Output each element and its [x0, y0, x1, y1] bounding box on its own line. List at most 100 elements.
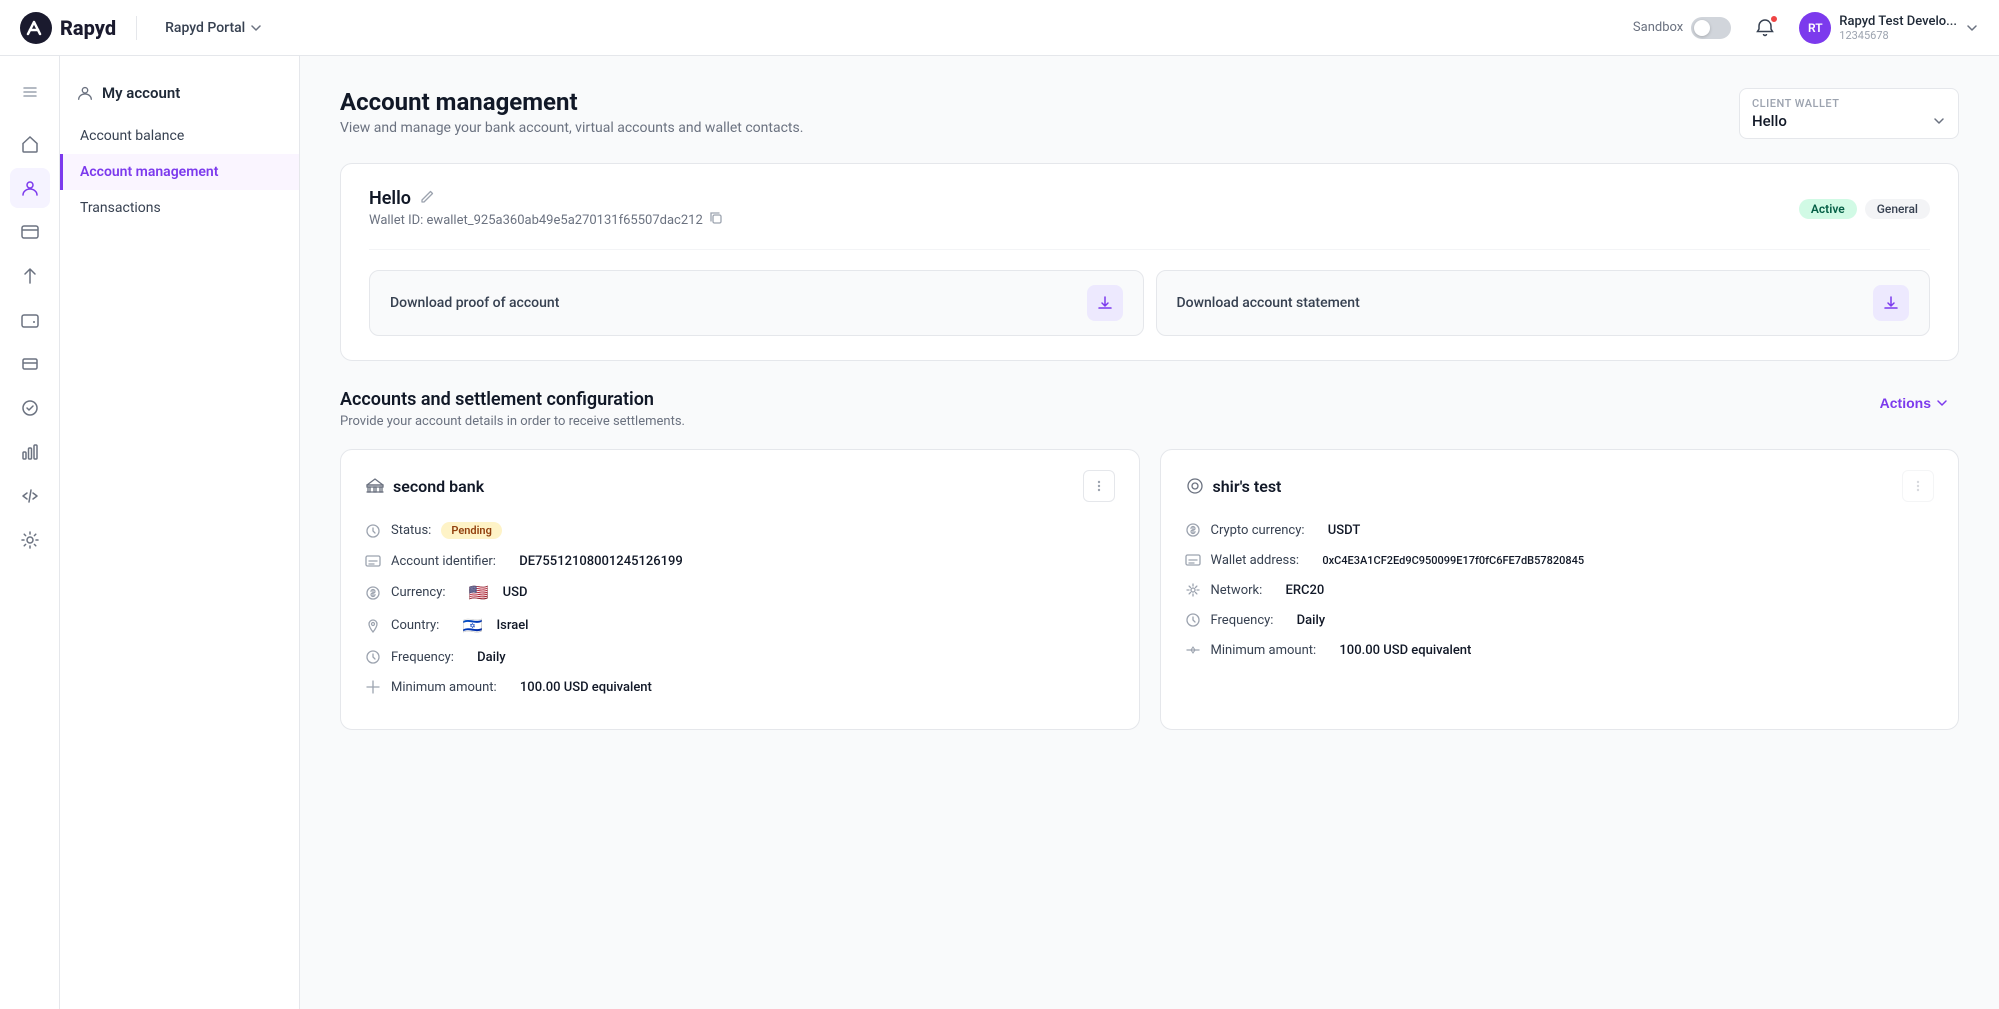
download-proof-label: Download proof of account	[390, 295, 559, 311]
crypto-min-amount-row: Minimum amount: 100.00 USD equivalent	[1185, 642, 1935, 658]
expand-sidebar-button[interactable]	[10, 72, 50, 112]
sidebar-icon-payments[interactable]	[10, 212, 50, 252]
accounts-section-info: Accounts and settlement configuration Pr…	[340, 389, 685, 429]
sidebar-icon-home[interactable]	[10, 124, 50, 164]
crypto-account-card: shir's test Crypto	[1160, 449, 1960, 730]
sandbox-toggle-track[interactable]	[1691, 17, 1731, 39]
topbar-divider	[136, 16, 137, 40]
pencil-icon	[419, 189, 435, 205]
sidebar-section-label: My account	[102, 84, 180, 102]
edit-icon[interactable]	[419, 189, 435, 209]
wallet-actions: Download proof of account Download accou…	[369, 270, 1930, 336]
sidebar-icon-reports[interactable]	[10, 432, 50, 472]
sidebar-icons	[0, 56, 60, 1009]
upload-icon	[1096, 294, 1114, 312]
crypto-card-more-button[interactable]	[1902, 470, 1934, 502]
crypto-min-icon	[1185, 642, 1201, 658]
frequency-label: Frequency:	[391, 650, 454, 665]
bar-chart-icon	[20, 442, 40, 462]
sidebar-icon-wallet[interactable]	[10, 300, 50, 340]
sidebar-icon-verify[interactable]	[10, 388, 50, 428]
user-info[interactable]: RT Rapyd Test Develo... 12345678	[1799, 12, 1979, 44]
crypto-min-amount-value: 100.00 USD equivalent	[1339, 643, 1471, 658]
topbar: Rapyd Rapyd Portal Sandbox RT Rapyd Test…	[0, 0, 1999, 56]
wallet-icon	[20, 310, 40, 330]
home-icon	[20, 134, 40, 154]
download-statement-button[interactable]: Download account statement	[1156, 270, 1931, 336]
avatar: RT	[1799, 12, 1831, 44]
portal-selector[interactable]: Rapyd Portal	[157, 16, 271, 40]
topbar-right: Sandbox RT Rapyd Test Develo... 12345678	[1633, 10, 1979, 46]
page-subtitle: View and manage your bank account, virtu…	[340, 120, 803, 136]
wallet-card: Hello Wallet ID: ewallet_925a360ab49e5a2…	[340, 163, 1959, 361]
bank-frequency-row: Frequency: Daily	[365, 649, 1115, 665]
status-icon	[365, 523, 381, 539]
sidebar-icon-settings[interactable]	[10, 520, 50, 560]
bank-card-more-button[interactable]	[1083, 470, 1115, 502]
crypto-currency-label: Crypto currency:	[1211, 523, 1305, 538]
status-label: Status:	[391, 523, 431, 538]
bank-card-title: second bank	[365, 476, 484, 496]
sandbox-label: Sandbox	[1633, 20, 1683, 35]
id-card-icon	[365, 553, 381, 569]
sidebar-item-account-balance[interactable]: Account balance	[60, 118, 299, 154]
copy-icon[interactable]	[709, 211, 723, 229]
more-dots-icon	[1091, 478, 1107, 494]
account-icon	[20, 178, 40, 198]
wallet-header: Hello Wallet ID: ewallet_925a360ab49e5a2…	[369, 188, 1930, 229]
client-wallet-selector[interactable]: Client wallet Hello	[1739, 88, 1959, 139]
download-proof-button[interactable]: Download proof of account	[369, 270, 1144, 336]
wallet-name: Hello	[369, 188, 411, 209]
check-circle-icon	[20, 398, 40, 418]
wallet-address-row: Wallet address: 0xC4E3A1CF2Ed9C950099E17…	[1185, 552, 1935, 568]
country-value: Israel	[496, 618, 528, 633]
download-statement-icon-wrapper	[1873, 285, 1909, 321]
bank-status-row: Status: Pending	[365, 522, 1115, 539]
bank-card-header: second bank	[365, 470, 1115, 502]
download-icon	[1882, 294, 1900, 312]
actions-button[interactable]: Actions	[1870, 389, 1959, 417]
section-account-icon	[76, 84, 94, 102]
badge-active: Active	[1799, 199, 1857, 219]
frequency-value: Daily	[477, 650, 506, 665]
wallet-id-text: Wallet ID: ewallet_925a360ab49e5a270131f…	[369, 213, 703, 228]
payout-icon	[20, 266, 40, 286]
card-icon	[20, 354, 40, 374]
wallet-chevron-icon	[1932, 114, 1946, 128]
page-header: Account management View and manage your …	[340, 88, 1959, 139]
sidebar-icon-card[interactable]	[10, 344, 50, 384]
copy-document-icon	[709, 211, 723, 225]
crypto-card-header: shir's test	[1185, 470, 1935, 502]
crypto-card-name: shir's test	[1213, 477, 1282, 496]
actions-label: Actions	[1880, 395, 1931, 411]
client-wallet-name: Hello	[1752, 112, 1787, 130]
sidebar-icon-payout[interactable]	[10, 256, 50, 296]
sandbox-toggle-thumb	[1694, 20, 1710, 36]
sidebar-icon-account[interactable]	[10, 168, 50, 208]
wallet-title-row: Hello	[369, 188, 723, 209]
sidebar-item-account-management[interactable]: Account management	[60, 154, 299, 190]
min-amount-value: 100.00 USD equivalent	[520, 680, 652, 695]
wallet-address-label: Wallet address:	[1211, 553, 1300, 568]
accounts-section-header: Accounts and settlement configuration Pr…	[340, 389, 1959, 429]
actions-chevron-icon	[1935, 396, 1949, 410]
notification-badge	[1769, 14, 1779, 24]
bank-account-card: second bank Status:	[340, 449, 1140, 730]
location-icon	[365, 618, 381, 634]
country-label: Country:	[391, 618, 439, 633]
sidebar-icon-dev[interactable]	[10, 476, 50, 516]
min-amount-icon	[365, 679, 381, 695]
layout: My account Account balance Account manag…	[0, 56, 1999, 1009]
wallet-info: Hello Wallet ID: ewallet_925a360ab49e5a2…	[369, 188, 723, 229]
user-id: 12345678	[1839, 29, 1957, 42]
sidebar-item-transactions[interactable]: Transactions	[60, 190, 299, 226]
download-proof-icon-wrapper	[1087, 285, 1123, 321]
bank-card-name: second bank	[393, 477, 484, 496]
network-label: Network:	[1211, 583, 1263, 598]
currency-value: USD	[503, 585, 528, 600]
currency-label: Currency:	[391, 585, 446, 600]
notifications-button[interactable]	[1747, 10, 1783, 46]
account-id-value: DE75512108001245126199	[519, 554, 683, 569]
main-content: Account management View and manage your …	[300, 56, 1999, 1009]
currency-icon	[365, 585, 381, 601]
